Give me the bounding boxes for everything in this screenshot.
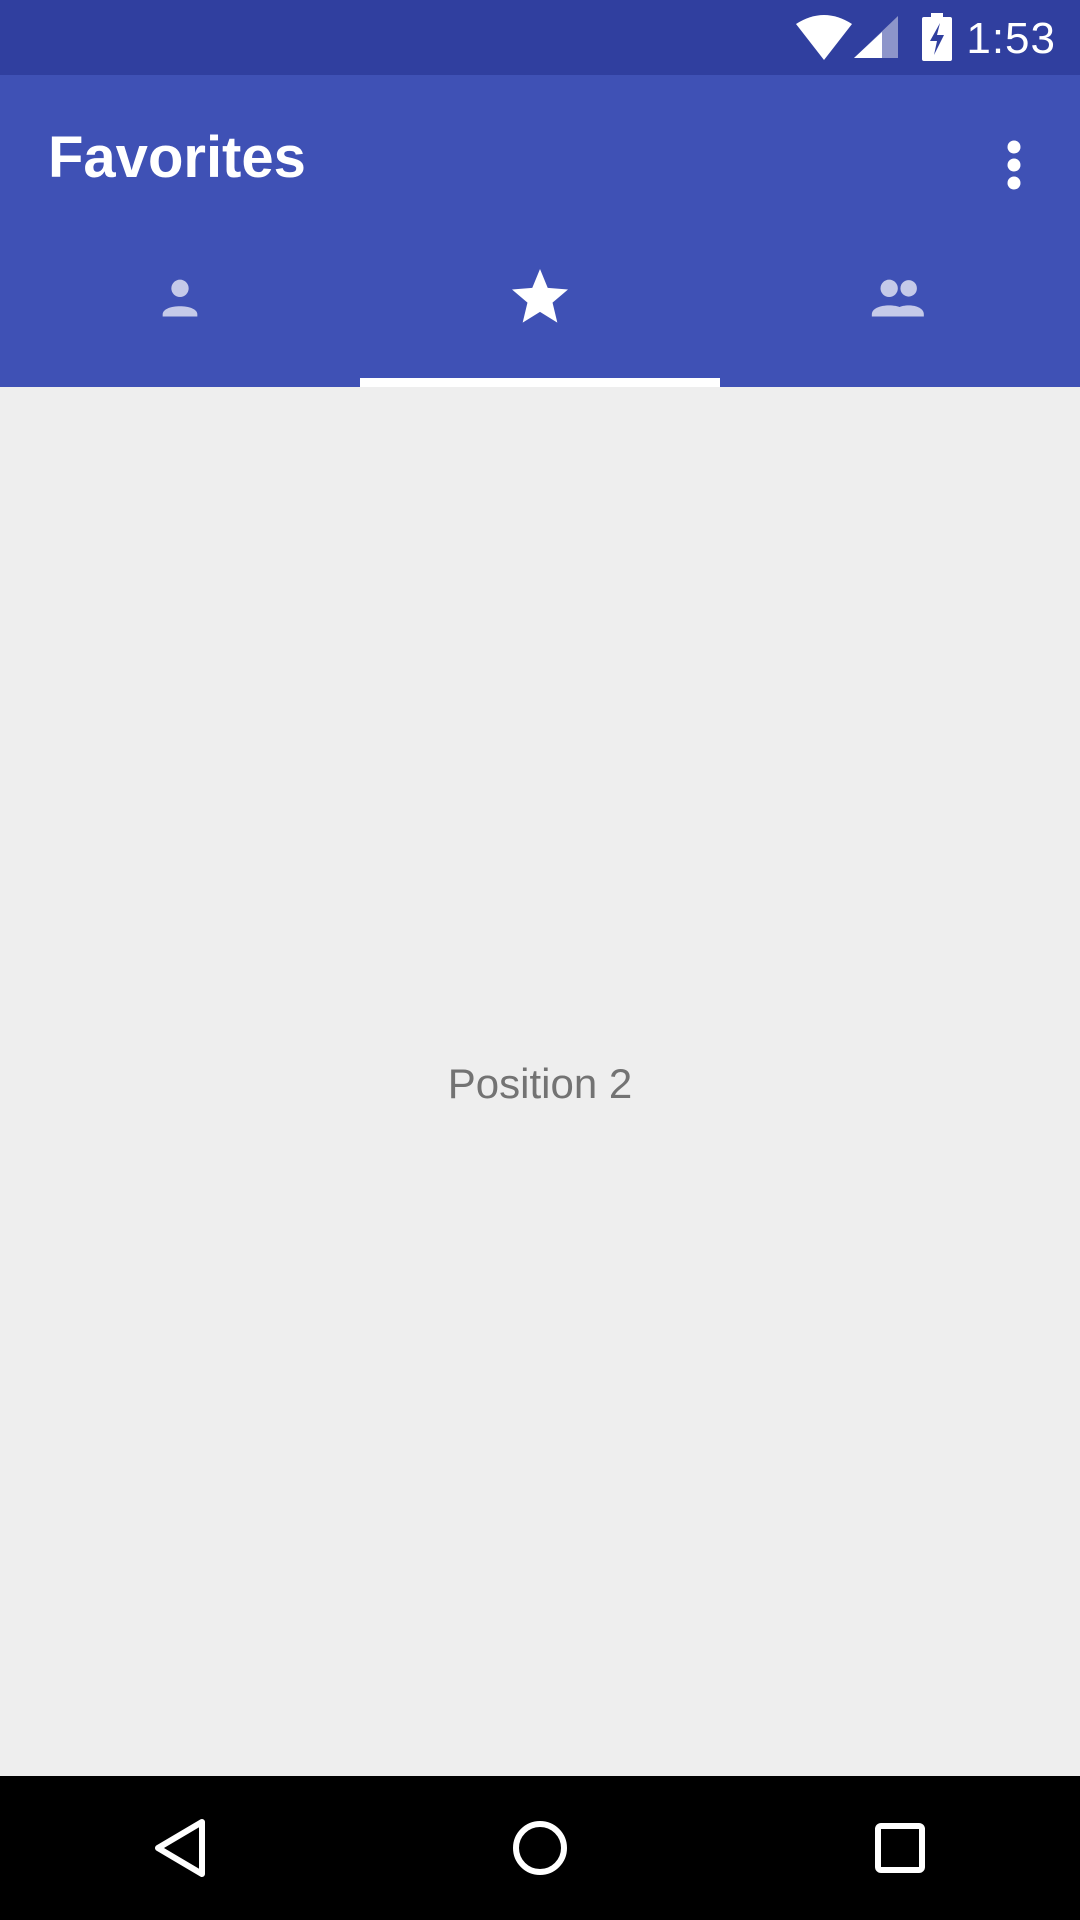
tab-indicator bbox=[360, 378, 720, 387]
overflow-menu-button[interactable] bbox=[966, 117, 1062, 213]
home-button[interactable] bbox=[360, 1776, 720, 1920]
back-button[interactable] bbox=[0, 1776, 360, 1920]
status-bar: 1:53 bbox=[0, 0, 1080, 75]
group-icon bbox=[871, 279, 924, 317]
status-time: 1:53 bbox=[966, 14, 1056, 63]
wifi-icon bbox=[796, 15, 852, 60]
back-icon bbox=[155, 1819, 205, 1877]
tab-favorites[interactable] bbox=[360, 225, 720, 387]
tab-group[interactable] bbox=[720, 225, 1080, 387]
more-vert-icon bbox=[1007, 140, 1021, 190]
tab-person[interactable] bbox=[0, 225, 360, 387]
position-label: Position 2 bbox=[447, 1060, 633, 1107]
content-area: Position 2 bbox=[0, 387, 1080, 1776]
cell-signal-icon bbox=[854, 16, 898, 58]
person-icon bbox=[162, 279, 198, 317]
battery-charging-icon bbox=[922, 13, 952, 61]
page-title: Favorites bbox=[48, 125, 306, 190]
recents-button[interactable] bbox=[720, 1776, 1080, 1920]
navigation-bar bbox=[0, 1776, 1080, 1920]
home-icon bbox=[513, 1821, 567, 1875]
recents-icon bbox=[875, 1823, 925, 1873]
app-bar: Favorites bbox=[0, 75, 1080, 387]
tab-bar bbox=[0, 225, 1080, 387]
star-icon bbox=[512, 269, 568, 323]
